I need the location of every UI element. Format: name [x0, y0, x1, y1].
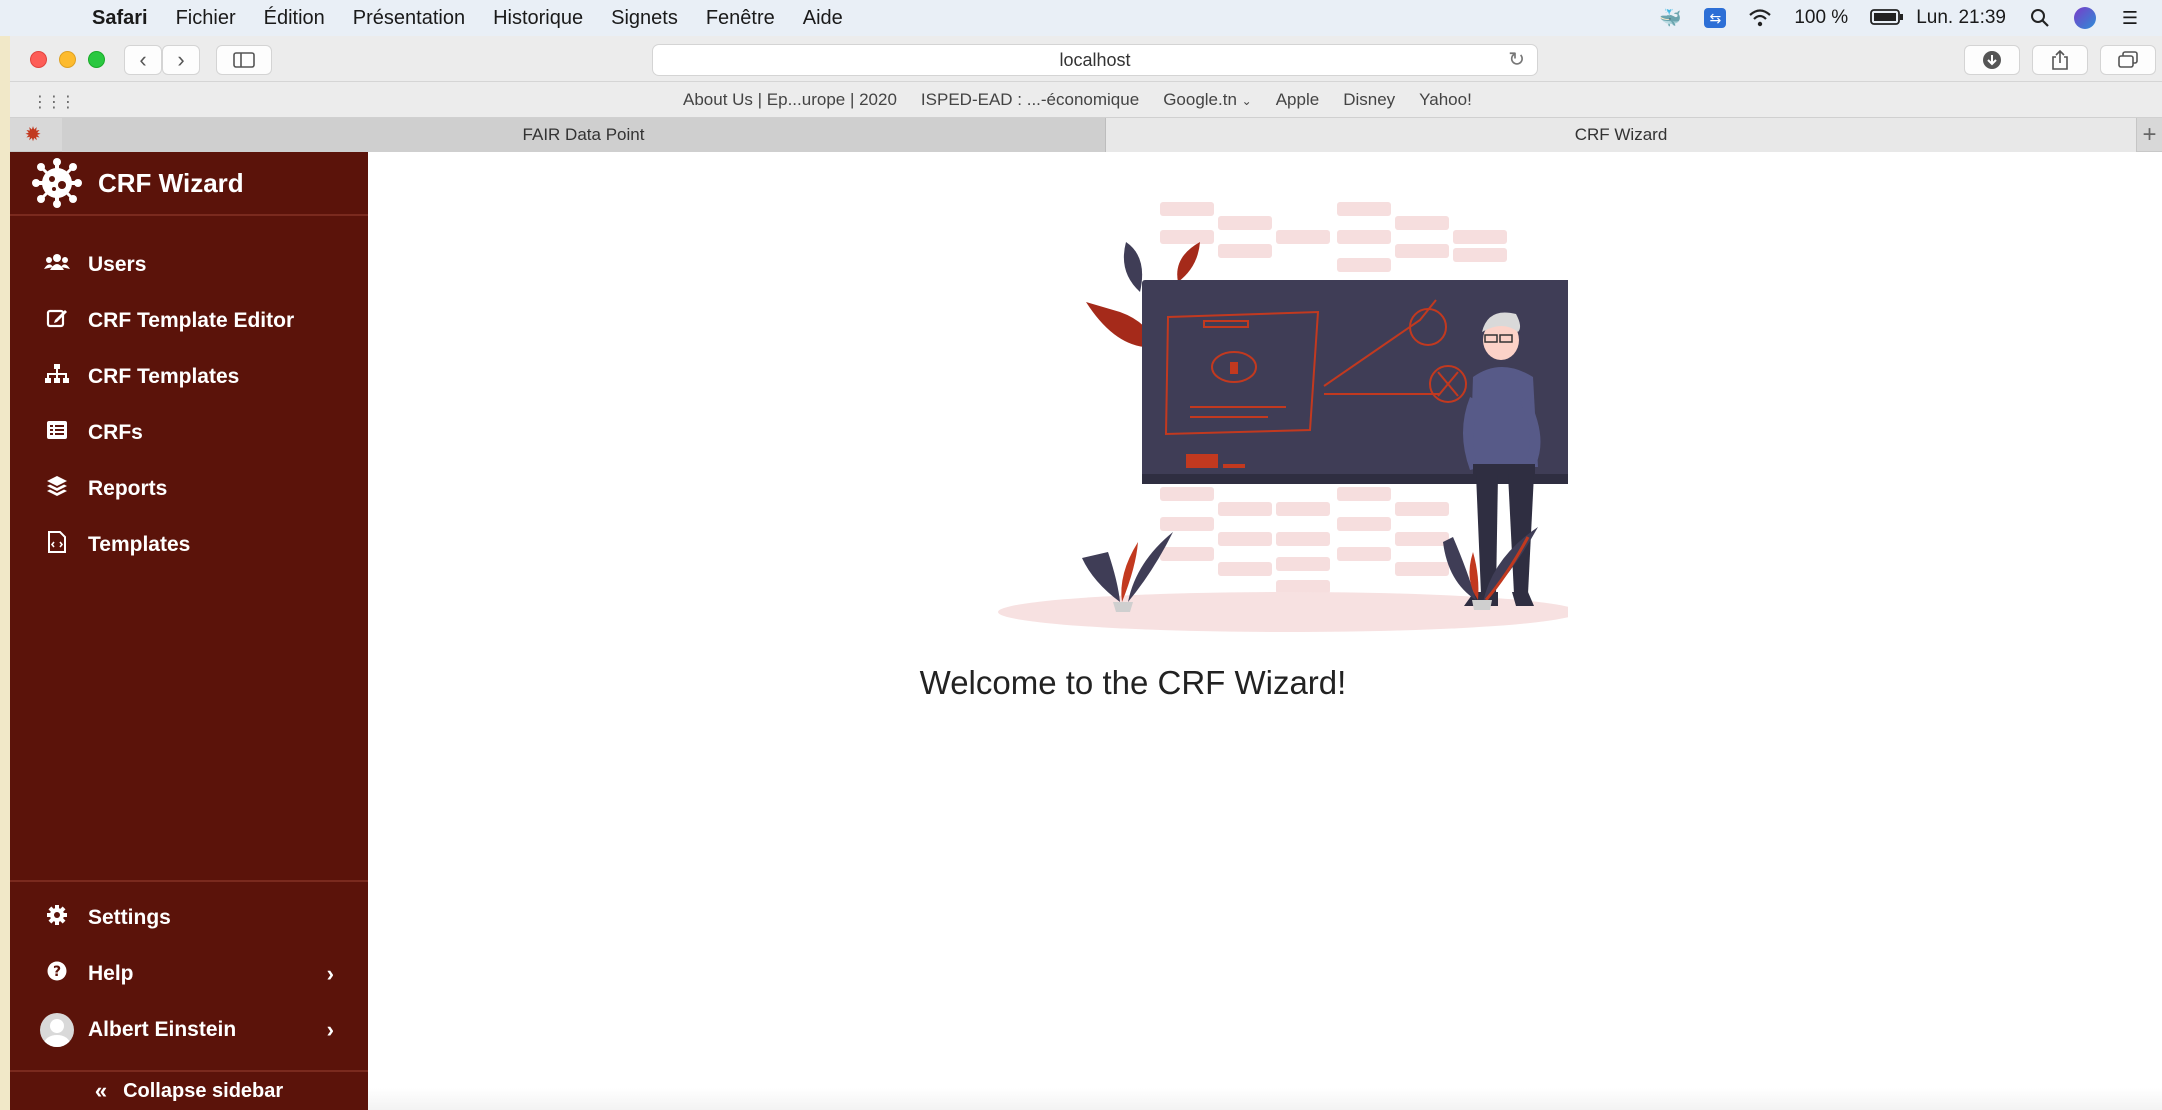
sidebar-item-crf-templates[interactable]: CRF Templates	[10, 349, 368, 405]
sidebar-item-user[interactable]: Albert Einstein ›	[10, 1002, 368, 1058]
download-icon	[1983, 51, 2001, 69]
sidebar-item-label: Settings	[88, 906, 171, 929]
bottom-strip	[368, 1088, 2162, 1110]
welcome-heading: Welcome to the CRF Wizard!	[919, 664, 1347, 701]
sidebar-item-crf-template-editor[interactable]: CRF Template Editor	[10, 293, 368, 349]
edit-icon	[40, 307, 74, 335]
bookmark-about-us[interactable]: About Us | Ep...urope | 2020	[683, 90, 897, 110]
share-button[interactable]	[2032, 45, 2088, 75]
browser-toolbar: ‹ › localhost ↻	[10, 36, 2162, 82]
layers-icon	[40, 475, 74, 503]
menu-fichier[interactable]: Fichier	[176, 7, 236, 30]
user-name: Albert Einstein	[88, 1018, 237, 1041]
chevron-right-icon: ›	[326, 961, 334, 986]
reload-icon[interactable]: ↻	[1508, 45, 1525, 75]
tab-crf-wizard[interactable]: CRF Wizard	[1106, 118, 2136, 152]
users-icon	[40, 252, 74, 278]
tabs-icon	[2118, 51, 2138, 68]
notification-center-icon[interactable]: ☰	[2118, 8, 2142, 28]
tab-fair-data-point[interactable]: FAIR Data Point	[62, 118, 1106, 152]
menu-safari[interactable]: Safari	[92, 7, 148, 30]
sidebar-item-label: CRFs	[88, 421, 143, 444]
gear-icon	[40, 905, 74, 931]
bookmarks-bar: ⋮⋮⋮ About Us | Ep...urope | 2020 ISPED-E…	[10, 82, 2162, 118]
sidebar-item-settings[interactable]: Settings	[10, 890, 368, 946]
virus-favicon-icon[interactable]: ✹	[22, 124, 44, 146]
bookmark-apple[interactable]: Apple	[1276, 90, 1319, 110]
zoom-window-button[interactable]	[88, 51, 105, 68]
bookmark-disney[interactable]: Disney	[1343, 90, 1395, 110]
presentation-illustration	[998, 202, 1568, 632]
sidebar-toggle-button[interactable]	[216, 45, 272, 75]
chevron-right-icon: ›	[177, 47, 185, 72]
close-window-button[interactable]	[30, 51, 47, 68]
double-chevron-left-icon: «	[94, 1078, 108, 1103]
sidebar-item-label: Templates	[88, 533, 191, 556]
virus-logo-icon	[32, 158, 82, 208]
avatar	[40, 1013, 74, 1047]
battery-percent: 100 %	[1794, 7, 1849, 28]
bookmark-google-label: Google.tn	[1163, 90, 1237, 109]
sidebar-item-reports[interactable]: Reports	[10, 461, 368, 517]
menu-aide[interactable]: Aide	[803, 7, 843, 30]
sitemap-icon	[40, 364, 74, 390]
address-text: localhost	[1059, 50, 1131, 70]
menu-presentation[interactable]: Présentation	[353, 7, 465, 30]
wifi-icon[interactable]	[1748, 8, 1772, 28]
sidebar-item-label: Help	[88, 962, 134, 985]
back-button[interactable]: ‹	[124, 45, 162, 75]
bookmark-isped-ead[interactable]: ISPED-EAD : ...-économique	[921, 90, 1139, 110]
tab-bar: ✹ FAIR Data Point CRF Wizard +	[10, 118, 2162, 152]
siri-icon[interactable]	[2074, 7, 2096, 29]
share-icon	[2052, 49, 2068, 70]
sidebar-icon	[233, 52, 255, 68]
bookmark-yahoo[interactable]: Yahoo!	[1419, 90, 1472, 110]
battery-icon[interactable]	[1870, 8, 1904, 28]
macos-menu-bar: Safari Fichier Édition Présentation Hist…	[0, 0, 2162, 36]
question-circle-icon: ?	[40, 961, 74, 987]
address-bar[interactable]: localhost ↻	[652, 44, 1538, 76]
chevron-right-icon: ›	[326, 1017, 334, 1042]
spotlight-search-icon[interactable]	[2028, 8, 2052, 28]
sidebar-item-label: Reports	[88, 477, 168, 500]
minimize-window-button[interactable]	[59, 51, 76, 68]
menu-edition[interactable]: Édition	[264, 7, 325, 30]
plus-icon: +	[2142, 121, 2157, 148]
sidebar-item-users[interactable]: Users	[10, 237, 368, 293]
svg-text:?: ?	[53, 964, 61, 980]
teamviewer-icon[interactable]: ⇆	[1704, 8, 1727, 28]
grid-icon[interactable]: ⋮⋮⋮	[32, 92, 76, 112]
collapse-sidebar-button[interactable]: « Collapse sidebar	[10, 1072, 368, 1110]
main-content: Welcome to the CRF Wizard!	[368, 152, 2162, 1110]
clock[interactable]: Lun. 21:39	[1916, 7, 2006, 29]
chevron-down-icon: ⌄	[1241, 94, 1252, 108]
sidebar-item-crfs[interactable]: CRFs	[10, 405, 368, 461]
menu-signets[interactable]: Signets	[611, 7, 678, 30]
sidebar-item-help[interactable]: ? Help ›	[10, 946, 368, 1002]
tab-overview-button[interactable]	[2100, 45, 2156, 75]
sidebar-item-templates[interactable]: Templates	[10, 517, 368, 573]
sidebar-item-label: Users	[88, 253, 147, 276]
sidebar-brand[interactable]: CRF Wizard	[10, 152, 368, 216]
new-tab-button[interactable]: +	[2136, 118, 2162, 152]
sidebar-divider	[10, 880, 368, 882]
file-code-icon	[40, 531, 74, 559]
sidebar-item-label: CRF Templates	[88, 365, 240, 388]
sidebar-item-label: CRF Template Editor	[88, 309, 295, 332]
forward-button[interactable]: ›	[162, 45, 200, 75]
menu-historique[interactable]: Historique	[493, 7, 583, 30]
collapse-sidebar-label: Collapse sidebar	[123, 1079, 284, 1102]
docker-icon[interactable]: 🐳	[1658, 8, 1682, 28]
list-icon	[40, 420, 74, 446]
chevron-left-icon: ‹	[139, 47, 147, 72]
downloads-button[interactable]	[1964, 45, 2020, 75]
sidebar: CRF Wizard Users CRF Template Editor CRF…	[10, 152, 368, 1110]
bookmark-google-folder[interactable]: Google.tn ⌄	[1163, 90, 1252, 110]
menu-fenetre[interactable]: Fenêtre	[706, 7, 775, 30]
brand-title: CRF Wizard	[98, 167, 244, 198]
